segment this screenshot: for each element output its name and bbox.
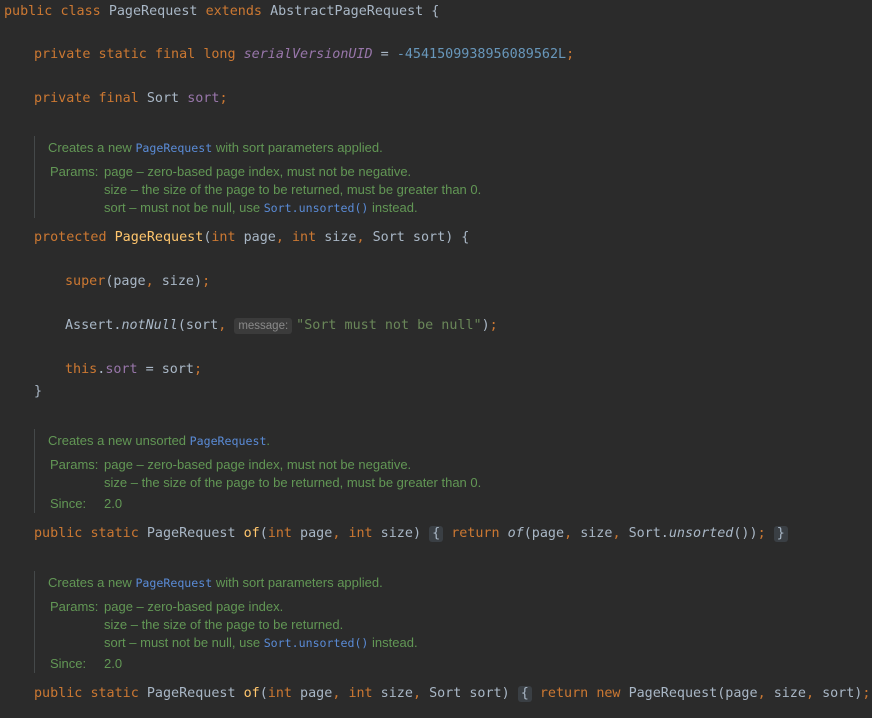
- doc-summary: Creates a new unsorted PageRequest.: [48, 433, 271, 448]
- keyword: this: [65, 362, 98, 377]
- of-page-size-sort-declaration-line[interactable]: public static PageRequest of(int page, i…: [34, 684, 872, 704]
- param: page: [235, 230, 276, 245]
- folded-code-region[interactable]: }: [773, 526, 788, 542]
- super-class-name: AbstractPageRequest: [270, 4, 424, 19]
- keyword: private: [34, 91, 91, 106]
- doc-param-page: page – zero-based page index, must not b…: [104, 457, 412, 472]
- javadoc-of-page-size: Creates a new unsorted PageRequest. Para…: [34, 429, 865, 513]
- doc-link[interactable]: PageRequest: [135, 576, 212, 590]
- doc-link[interactable]: Sort.unsorted(): [264, 201, 369, 215]
- doc-param-size: size – the size of the page to be return…: [104, 475, 482, 490]
- serial-version-field-line[interactable]: private static final long serialVersionU…: [34, 45, 574, 65]
- keyword: super: [65, 274, 106, 289]
- keyword: static: [90, 526, 139, 541]
- method-call: of: [507, 526, 524, 541]
- folded-code-region[interactable]: {: [429, 526, 444, 542]
- brace: {: [423, 4, 440, 19]
- type-name: Sort: [146, 91, 180, 106]
- type-name: PageRequest: [146, 686, 236, 701]
- doc-link[interactable]: PageRequest: [135, 141, 212, 155]
- closing-brace-line[interactable]: }: [34, 382, 42, 402]
- keyword: final: [98, 91, 139, 106]
- doc-link[interactable]: Sort.unsorted(): [264, 636, 369, 650]
- sort-field-line[interactable]: private final Sort sort;: [34, 89, 228, 109]
- this-assign-line[interactable]: this.sort = sort;: [65, 360, 202, 380]
- doc-since-label: Since:: [50, 656, 87, 671]
- keyword: static: [90, 686, 139, 701]
- doc-param-size: size – the size of the page to be return…: [104, 182, 482, 197]
- param: Sort sort: [372, 230, 446, 245]
- param: size: [316, 230, 357, 245]
- class-declaration-line[interactable]: public class PageRequest extends Abstrac…: [4, 2, 439, 22]
- doc-summary: Creates a new PageRequest with sort para…: [48, 140, 383, 155]
- of-page-size-declaration-line[interactable]: public static PageRequest of(int page, i…: [34, 524, 788, 544]
- constructor-name: PageRequest: [114, 230, 204, 245]
- operator: =: [372, 47, 397, 62]
- semicolon: ;: [566, 47, 575, 62]
- doc-param-page: page – zero-based page index, must not b…: [104, 164, 412, 179]
- field-name: sort: [187, 91, 220, 106]
- field-name: sort: [105, 362, 138, 377]
- super-call-line[interactable]: super(page, size);: [65, 272, 210, 292]
- keyword: int: [292, 230, 317, 245]
- keyword: long: [203, 47, 236, 62]
- doc-param-sort: sort – must not be null, use Sort.unsort…: [104, 635, 418, 650]
- javadoc-of-page-size-sort: Creates a new PageRequest with sort para…: [34, 571, 865, 673]
- keyword: public: [34, 526, 83, 541]
- keyword: int: [211, 230, 236, 245]
- keyword: private: [34, 47, 91, 62]
- string-literal: "Sort must not be null": [296, 318, 482, 333]
- field-name: serialVersionUID: [243, 47, 373, 62]
- number-literal: -4541509938956089562L: [396, 47, 567, 62]
- method-name: notNull: [121, 318, 178, 333]
- javadoc-constructor: Creates a new PageRequest with sort para…: [34, 136, 865, 218]
- doc-params-label: Params:: [50, 457, 99, 472]
- keyword: protected: [34, 230, 107, 245]
- method-name: of: [243, 526, 260, 541]
- type-name: PageRequest: [146, 526, 236, 541]
- doc-params-label: Params:: [50, 164, 99, 179]
- doc-since-value: 2.0: [104, 656, 123, 671]
- semicolon: ;: [219, 91, 228, 106]
- keyword: class: [60, 4, 101, 19]
- doc-since-value: 2.0: [104, 496, 123, 511]
- assert-call-line[interactable]: Assert.notNull(sort, message: "Sort must …: [65, 316, 498, 336]
- class-name: PageRequest: [108, 4, 198, 19]
- folded-code-region[interactable]: {: [517, 686, 532, 702]
- keyword: public: [34, 686, 83, 701]
- doc-link[interactable]: PageRequest: [190, 434, 267, 448]
- keyword: public: [4, 4, 53, 19]
- constructor-declaration-line[interactable]: protected PageRequest(int page, int size…: [34, 228, 469, 248]
- doc-params-label: Params:: [50, 599, 99, 614]
- keyword: final: [154, 47, 196, 62]
- keyword: static: [98, 47, 147, 62]
- doc-param-page: page – zero-based page index.: [104, 599, 284, 614]
- doc-since-label: Since:: [50, 496, 87, 511]
- doc-param-size: size – the size of the page to be return…: [104, 617, 344, 632]
- doc-param-sort: sort – must not be null, use Sort.unsort…: [104, 200, 418, 215]
- doc-summary: Creates a new PageRequest with sort para…: [48, 575, 383, 590]
- parameter-hint: message:: [234, 318, 293, 334]
- method-name: of: [243, 686, 260, 701]
- keyword: extends: [205, 4, 262, 19]
